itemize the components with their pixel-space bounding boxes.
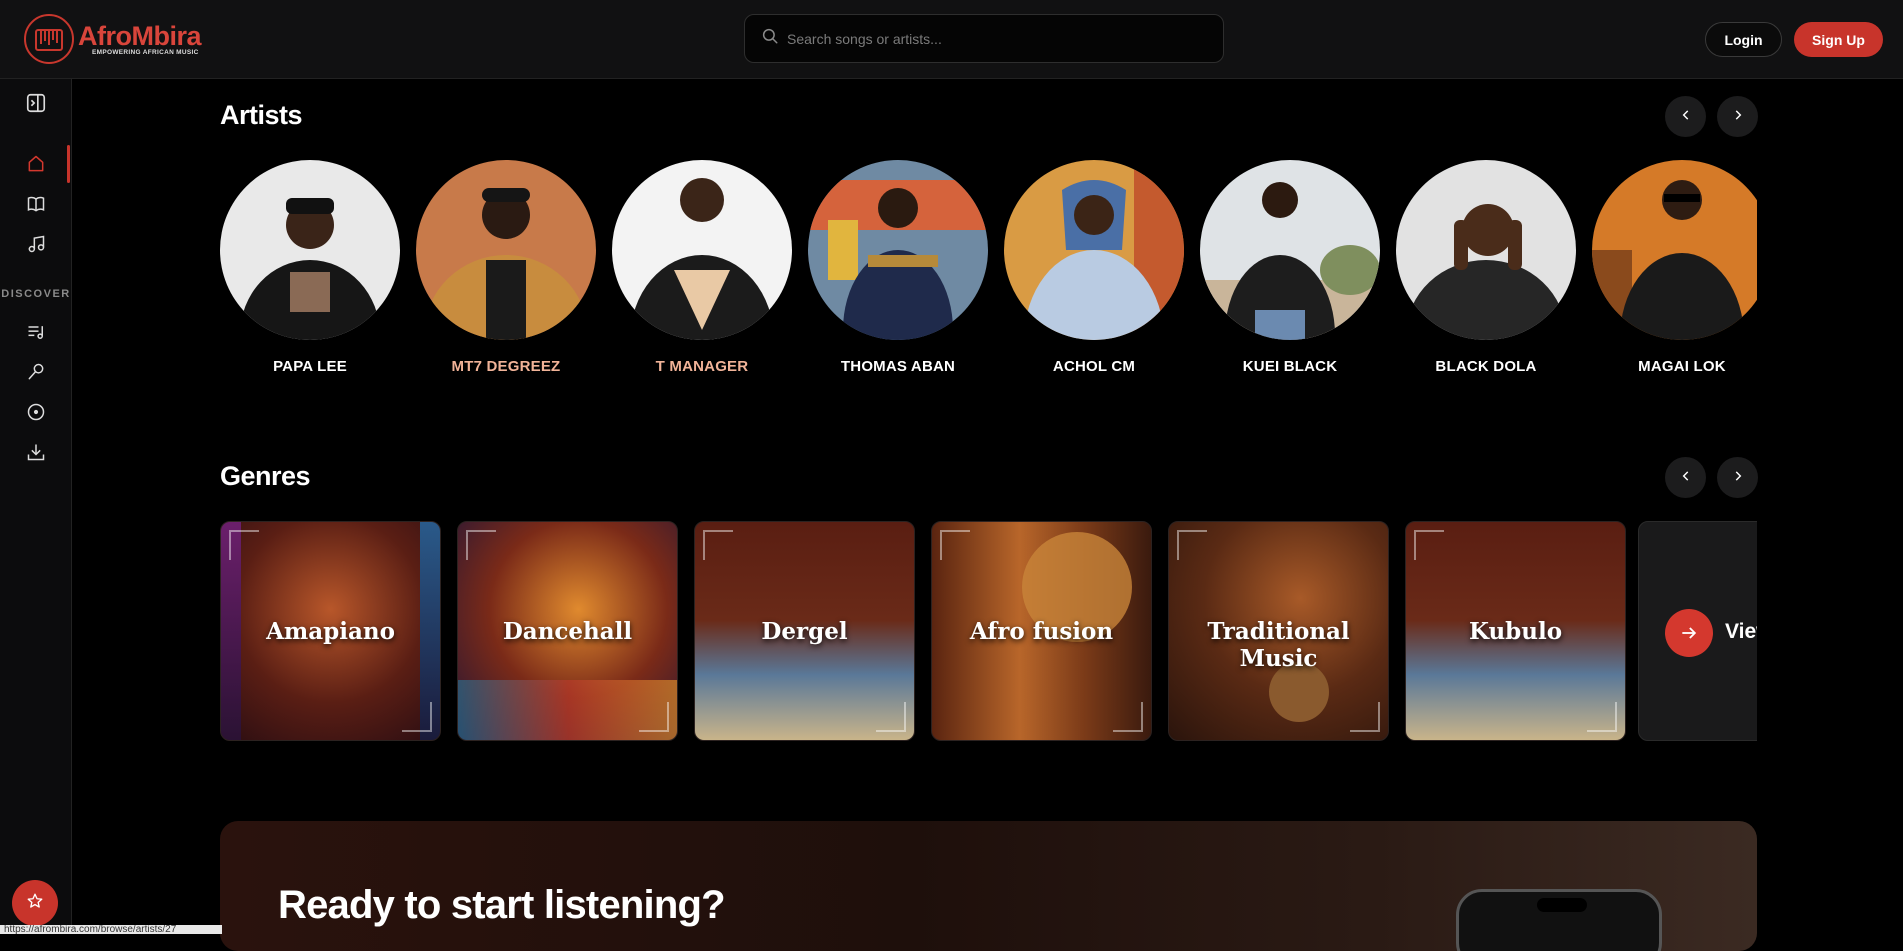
genres-next-button[interactable] — [1717, 457, 1758, 498]
genre-label: Dergel — [761, 618, 848, 645]
artist-name: THOMAS ABAN — [840, 358, 956, 375]
chevron-right-icon — [1731, 469, 1745, 486]
artist-photo — [612, 160, 792, 340]
signup-button[interactable]: Sign Up — [1794, 22, 1883, 57]
favorites-button[interactable] — [12, 880, 58, 926]
star-icon — [26, 892, 44, 915]
artist-card[interactable]: PAPA LEE — [220, 160, 400, 375]
artist-name: BLACK DOLA — [1435, 358, 1537, 375]
artist-card[interactable]: MAGAI LOK — [1592, 160, 1757, 375]
artists-next-button[interactable] — [1717, 96, 1758, 137]
login-button[interactable]: Login — [1705, 22, 1782, 57]
playlist-icon[interactable] — [20, 316, 52, 348]
artist-photo — [1396, 160, 1576, 340]
genre-label: Dancehall — [502, 618, 633, 645]
app-tagline: EMPOWERING AFRICAN MUSIC — [92, 48, 199, 56]
genre-label: Traditional Music — [1207, 618, 1350, 672]
artist-name: T MANAGER — [655, 358, 749, 375]
artist-name: KUEI BLACK — [1242, 358, 1338, 375]
artist-photo — [1004, 160, 1184, 340]
genres-prev-button[interactable] — [1665, 457, 1706, 498]
toggle-sidebar-icon[interactable] — [20, 87, 52, 119]
genres-title: Genres — [220, 461, 311, 491]
genres-carousel: Amapiano Dancehall Dergel Afro fusion Tr… — [220, 521, 1757, 741]
artist-photo — [808, 160, 988, 340]
book-icon[interactable] — [20, 188, 52, 220]
microphone-icon[interactable] — [20, 356, 52, 388]
cta-title: Ready to start listening? — [278, 883, 726, 927]
view-all-genres-card[interactable]: View — [1638, 521, 1757, 741]
mbira-logo-icon — [24, 14, 74, 64]
artist-card[interactable]: T MANAGER — [612, 160, 792, 375]
sidebar: DISCOVER — [0, 79, 72, 934]
cta-banner: Ready to start listening? — [220, 821, 1757, 951]
genre-label: Kubulo — [1468, 618, 1563, 645]
artist-photo — [1592, 160, 1757, 340]
genre-label: Amapiano — [266, 618, 395, 645]
search-bar[interactable] — [744, 14, 1224, 63]
active-indicator — [67, 145, 70, 183]
chevron-left-icon — [1679, 108, 1693, 125]
top-bar: AfroMbira EMPOWERING AFRICAN MUSIC Login… — [0, 0, 1903, 79]
artist-card[interactable]: MT7 DEGREEZ — [416, 160, 596, 375]
artist-name: ACHOL CM — [1052, 358, 1136, 375]
search-icon — [761, 27, 779, 50]
chevron-left-icon — [1679, 469, 1693, 486]
genre-card[interactable]: Traditional Music — [1168, 521, 1389, 741]
genre-card[interactable]: Kubulo — [1405, 521, 1626, 741]
artist-card[interactable]: BLACK DOLA — [1396, 160, 1576, 375]
artists-prev-button[interactable] — [1665, 96, 1706, 137]
app-logo[interactable]: AfroMbira EMPOWERING AFRICAN MUSIC — [24, 14, 202, 64]
music-note-icon[interactable] — [20, 228, 52, 260]
artist-name: PAPA LEE — [273, 358, 347, 375]
artists-title: Artists — [220, 100, 303, 130]
app-name: AfroMbira — [78, 20, 202, 51]
search-input[interactable] — [787, 30, 1207, 47]
chevron-right-icon — [1731, 108, 1745, 125]
phone-mockup-image — [1456, 889, 1662, 951]
genre-card[interactable]: Amapiano — [220, 521, 441, 741]
status-bar-url: https://afrombira.com/browse/artists/27 — [0, 925, 222, 934]
artist-card[interactable]: THOMAS ABAN — [808, 160, 988, 375]
artist-card[interactable]: KUEI BLACK — [1200, 160, 1380, 375]
artist-name: MAGAI LOK — [1638, 358, 1726, 375]
download-icon[interactable] — [20, 436, 52, 468]
genre-card[interactable]: Dancehall — [457, 521, 678, 741]
genre-card[interactable]: Afro fusion — [931, 521, 1152, 741]
artist-photo — [1200, 160, 1380, 340]
arrow-right-icon — [1665, 609, 1713, 657]
home-icon[interactable] — [20, 148, 52, 180]
view-all-label: View — [1725, 620, 1757, 643]
artist-photo — [220, 160, 400, 340]
discover-label: DISCOVER — [1, 288, 71, 300]
disc-icon[interactable] — [20, 396, 52, 428]
genre-card[interactable]: Dergel — [694, 521, 915, 741]
genre-label: Afro fusion — [969, 618, 1114, 645]
artist-card[interactable]: ACHOL CM — [1004, 160, 1184, 375]
artist-name: MT7 DEGREEZ — [451, 358, 561, 375]
artists-carousel: PAPA LEE MT7 DEGREEZ T MANAGER THOMAS AB… — [220, 160, 1757, 385]
artist-photo — [416, 160, 596, 340]
